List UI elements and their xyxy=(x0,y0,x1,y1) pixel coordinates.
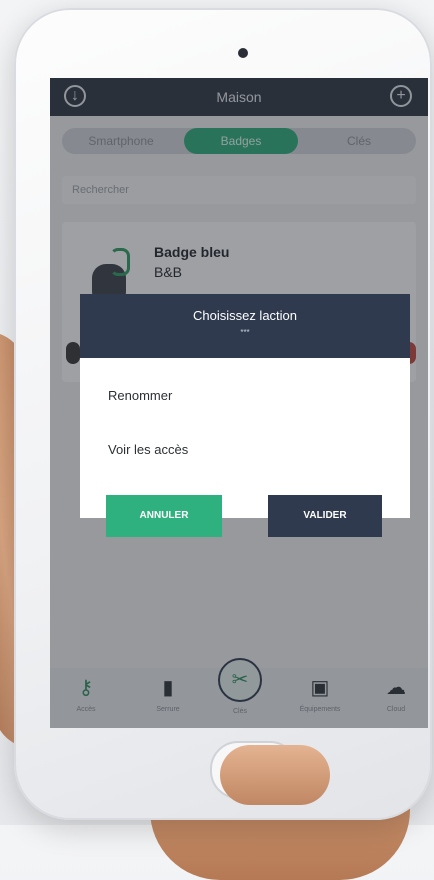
thumb xyxy=(220,745,330,805)
dialog-header: Choisissez laction *** xyxy=(80,294,410,358)
cancel-button[interactable]: ANNULER xyxy=(106,495,222,537)
phone-frame: ↓ Maison + Smartphone Badges Clés Recher… xyxy=(14,8,432,820)
option-rename[interactable]: Renommer xyxy=(108,388,172,403)
front-camera xyxy=(238,48,248,58)
validate-button[interactable]: VALIDER xyxy=(268,495,382,537)
dialog-subtitle: *** xyxy=(240,328,250,337)
app-screen: ↓ Maison + Smartphone Badges Clés Recher… xyxy=(50,78,428,728)
dialog-title: Choisissez laction xyxy=(192,308,298,323)
dialog-body: Renommer Voir les accès xyxy=(80,358,410,518)
option-view-access[interactable]: Voir les accès xyxy=(108,442,188,457)
